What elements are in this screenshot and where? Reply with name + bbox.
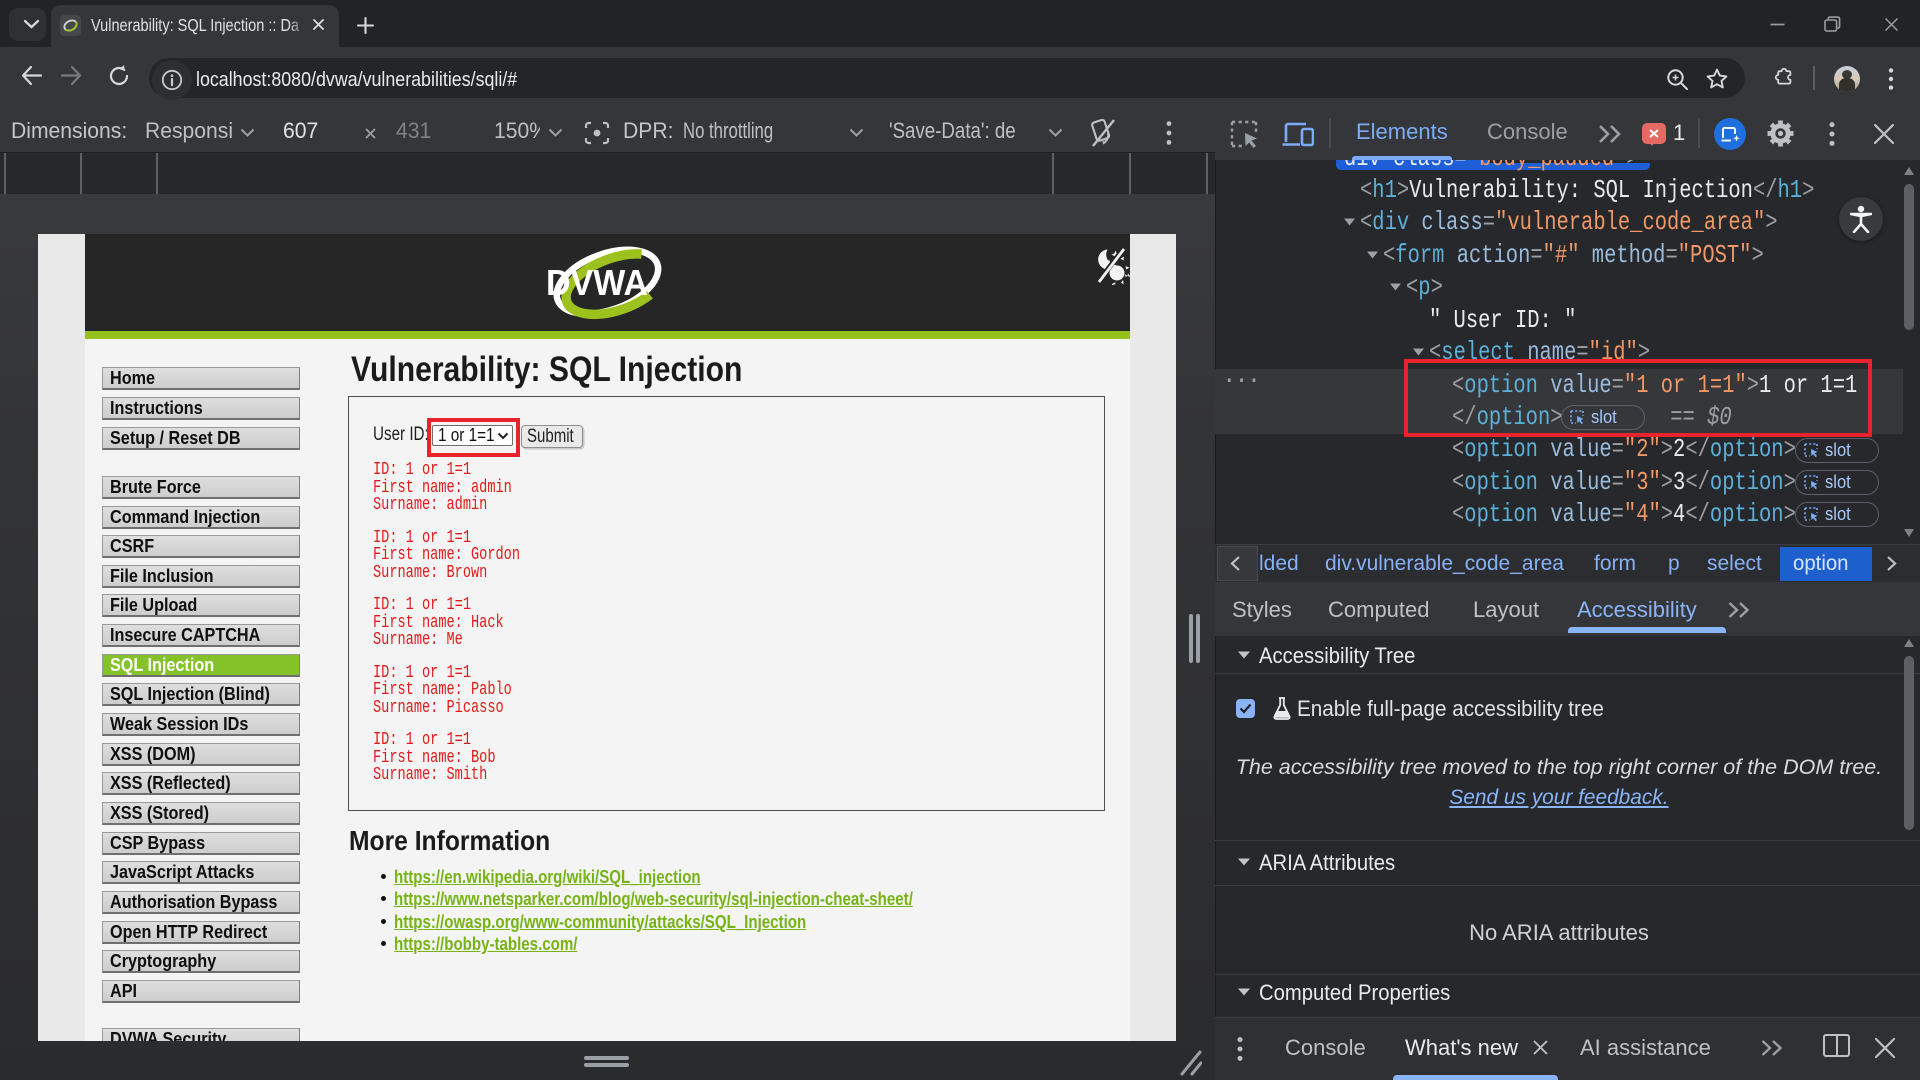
svg-text:DVWA: DVWA <box>546 262 648 303</box>
